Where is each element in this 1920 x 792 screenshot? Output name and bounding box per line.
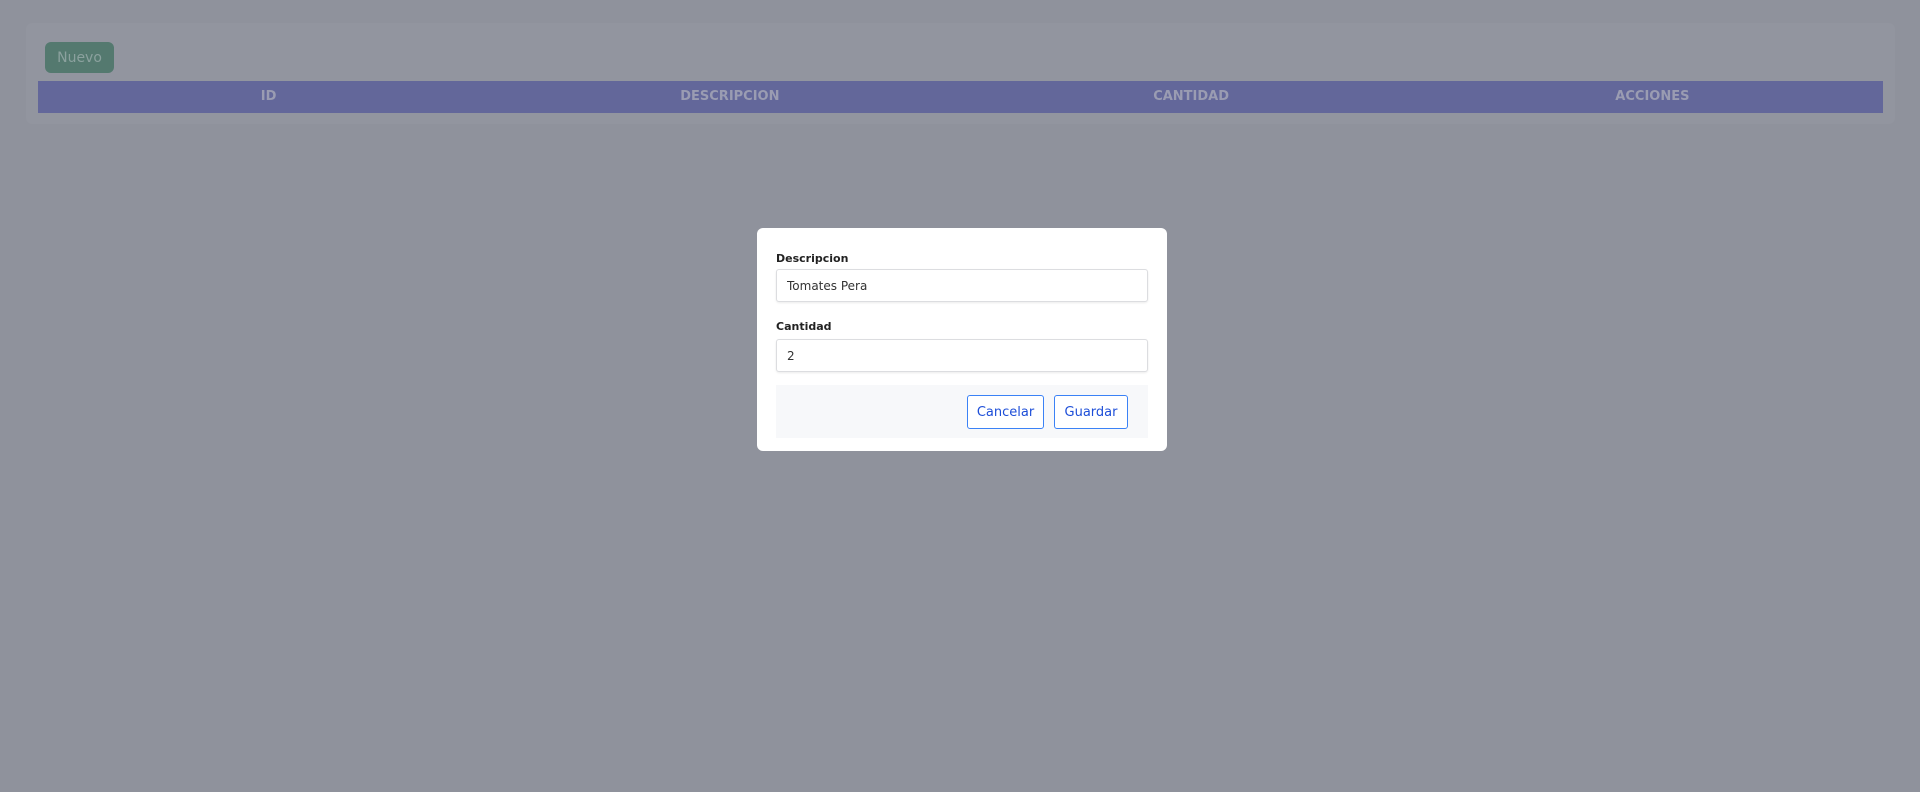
cantidad-label: Cantidad: [776, 320, 832, 333]
modal-footer: Cancelar Guardar: [776, 385, 1148, 438]
cantidad-input[interactable]: [776, 339, 1148, 372]
column-header-acciones: ACCIONES: [1615, 89, 1690, 104]
new-button[interactable]: Nuevo: [45, 42, 114, 73]
edit-modal: Descripcion Cantidad Cancelar Guardar: [757, 228, 1167, 451]
save-button[interactable]: Guardar: [1054, 395, 1128, 429]
column-header-descripcion: DESCRIPCION: [680, 89, 780, 104]
table-header: ID DESCRIPCION CANTIDAD ACCIONES: [38, 81, 1883, 113]
descripcion-input[interactable]: [776, 269, 1148, 302]
column-header-id: ID: [260, 89, 277, 104]
items-panel: Nuevo ID DESCRIPCION CANTIDAD ACCIONES: [26, 23, 1895, 124]
descripcion-label: Descripcion: [776, 252, 849, 265]
column-header-cantidad: CANTIDAD: [1153, 89, 1230, 104]
cancel-button[interactable]: Cancelar: [967, 395, 1044, 429]
